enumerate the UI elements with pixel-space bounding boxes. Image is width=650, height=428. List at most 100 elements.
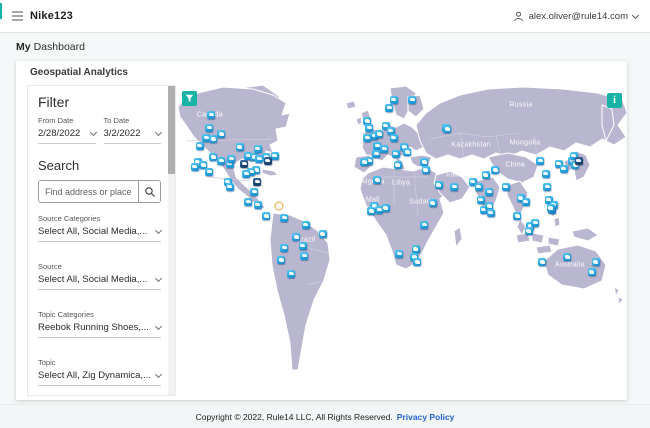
tweet-marker[interactable] (242, 169, 251, 178)
tweet-marker[interactable] (381, 204, 390, 213)
tweet-marker[interactable] (205, 167, 214, 176)
tweet-marker[interactable] (559, 164, 568, 173)
tweet-marker[interactable] (393, 161, 402, 170)
accent-sliver (0, 3, 2, 19)
tweet-marker[interactable] (300, 251, 309, 260)
tweet-marker[interactable] (403, 148, 412, 157)
tweet-marker[interactable] (207, 110, 216, 119)
tweet-marker[interactable] (250, 187, 259, 196)
tweet-marker[interactable] (421, 166, 430, 175)
tweet-marker[interactable] (420, 158, 429, 167)
tweet-marker[interactable] (391, 149, 400, 158)
tweet-marker[interactable] (428, 199, 437, 208)
tweet-marker[interactable] (411, 245, 420, 254)
tweet-marker[interactable] (217, 130, 226, 139)
tweet-cluster-marker[interactable] (253, 177, 262, 186)
breadcrumb-bar: My Dashboard (0, 33, 650, 61)
highlight-ring-marker[interactable] (274, 201, 284, 211)
tweet-marker[interactable] (367, 207, 376, 216)
tweet-marker[interactable] (546, 204, 555, 213)
source-categories-select[interactable]: Select All, Social Media,... (38, 226, 163, 242)
tweet-marker[interactable] (389, 133, 398, 142)
tweet-marker[interactable] (235, 143, 244, 152)
tweet-marker[interactable] (501, 182, 510, 191)
chevron-down-icon (154, 226, 163, 235)
tweet-marker[interactable] (280, 243, 289, 252)
tweet-cluster-marker[interactable] (240, 159, 249, 168)
tweet-marker[interactable] (244, 197, 253, 206)
tweet-marker[interactable] (209, 153, 218, 162)
tweet-marker[interactable] (385, 103, 394, 112)
tweet-marker[interactable] (205, 123, 214, 132)
tweet-marker[interactable] (591, 258, 600, 267)
tweet-marker[interactable] (481, 171, 490, 180)
source-select[interactable]: Select All, Social Media,... (38, 274, 163, 290)
tweet-marker[interactable] (373, 176, 382, 185)
tweet-marker[interactable] (413, 258, 422, 267)
tweet-marker[interactable] (287, 269, 296, 278)
tweet-marker[interactable] (513, 212, 522, 221)
tweet-marker[interactable] (360, 158, 369, 167)
tweet-marker[interactable] (195, 141, 204, 150)
tweet-marker[interactable] (318, 230, 327, 239)
tweet-marker[interactable] (524, 227, 533, 236)
user-menu[interactable]: alex.oliver@rule14.com (513, 11, 640, 22)
tweet-marker[interactable] (536, 156, 545, 165)
tweet-marker[interactable] (217, 156, 226, 165)
tweet-marker[interactable] (491, 166, 500, 175)
tweet-marker[interactable] (365, 123, 374, 132)
map-info-button[interactable]: i (607, 93, 622, 108)
tweet-marker[interactable] (395, 249, 404, 258)
tweet-marker[interactable] (450, 182, 459, 191)
tweet-marker[interactable] (225, 182, 234, 191)
tweet-marker[interactable] (538, 258, 547, 267)
tweet-marker[interactable] (363, 133, 372, 142)
from-date-select[interactable]: 2/28/2022 (38, 128, 97, 144)
tweet-marker[interactable] (209, 135, 218, 144)
tweet-marker[interactable] (543, 182, 552, 191)
tweet-marker[interactable] (587, 268, 596, 277)
topic-select[interactable]: Select All, Zig Dynamica,... (38, 370, 163, 386)
tweet-marker[interactable] (486, 208, 495, 217)
tweet-marker[interactable] (375, 130, 384, 139)
tweet-cluster-marker[interactable] (263, 156, 272, 165)
scrollbar-thumb[interactable] (168, 86, 175, 174)
tweet-marker[interactable] (476, 195, 485, 204)
tweet-marker[interactable] (380, 144, 389, 153)
tweet-cluster-marker[interactable] (574, 156, 583, 165)
tweet-marker[interactable] (541, 169, 550, 178)
tweet-marker[interactable] (420, 220, 429, 229)
chevron-down-icon (631, 11, 640, 19)
tweet-marker[interactable] (262, 212, 270, 221)
tweet-marker[interactable] (372, 149, 380, 158)
tweet-marker[interactable] (253, 200, 262, 209)
tweet-marker[interactable] (277, 256, 286, 265)
tweet-marker[interactable] (408, 95, 417, 104)
tweet-marker[interactable] (485, 187, 494, 196)
search-input[interactable] (39, 181, 138, 202)
search-button[interactable] (138, 181, 160, 202)
map-filter-button[interactable] (182, 91, 197, 106)
hamburger-menu-icon[interactable] (12, 11, 23, 21)
tweet-marker[interactable] (253, 144, 262, 153)
tweet-marker[interactable] (280, 213, 289, 222)
filter-panel-scrollbar[interactable] (168, 86, 175, 395)
tweet-marker[interactable] (474, 182, 483, 191)
tweet-marker[interactable] (434, 181, 443, 190)
tweet-marker[interactable] (190, 162, 199, 171)
chevron-down-icon (154, 274, 163, 283)
privacy-policy-link[interactable]: Privacy Policy (397, 412, 455, 422)
tweet-marker[interactable] (292, 233, 301, 242)
tweet-marker[interactable] (389, 95, 398, 104)
to-date-select[interactable]: 3/2/2022 (103, 128, 163, 144)
tweet-marker[interactable] (521, 197, 530, 206)
topic-categories-select[interactable]: Reebok Running Shoes,... (38, 322, 163, 338)
tweet-marker[interactable] (298, 241, 307, 250)
tweet-marker[interactable] (563, 253, 572, 262)
chevron-down-icon (89, 128, 97, 137)
tweet-marker[interactable] (531, 218, 540, 227)
world-map[interactable]: i CanadaRussiaKazakhstanMongoliaChinaIra… (178, 85, 627, 400)
tweet-marker[interactable] (227, 154, 236, 163)
tweet-marker[interactable] (443, 125, 452, 134)
tweet-marker[interactable] (301, 220, 310, 229)
